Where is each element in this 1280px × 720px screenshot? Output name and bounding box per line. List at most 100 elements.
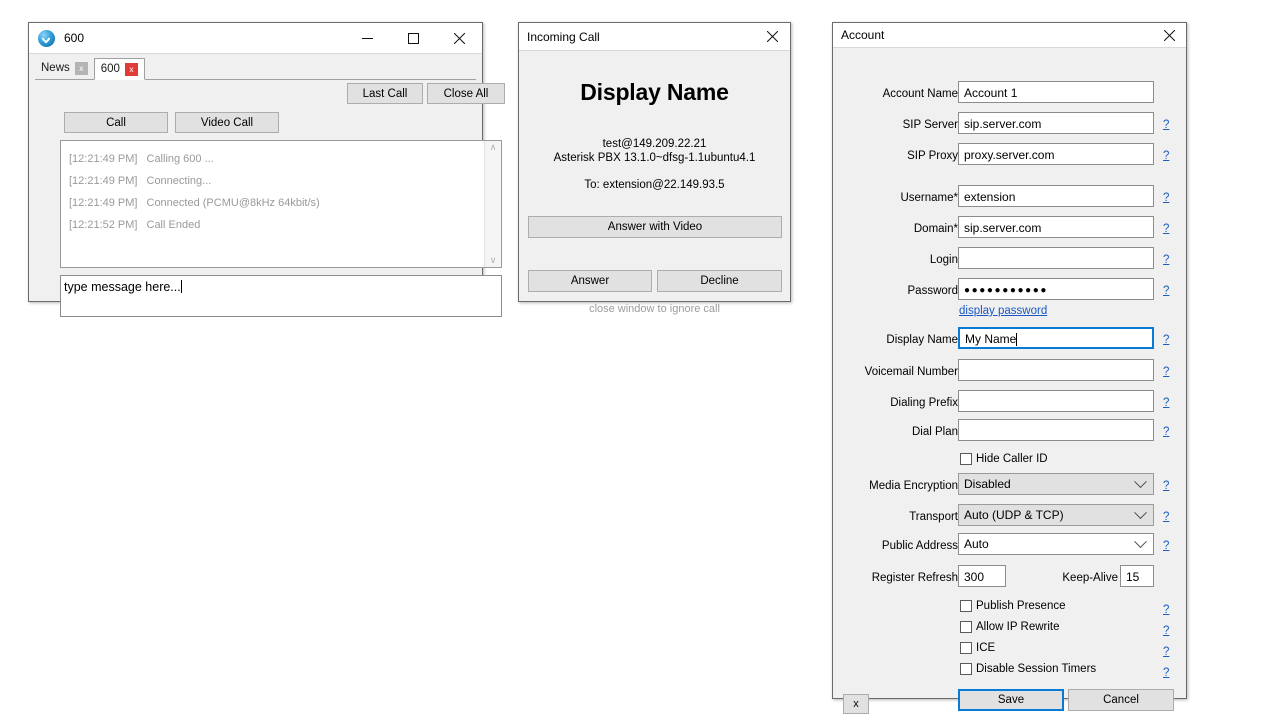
help-public-address[interactable]: ? <box>1163 540 1169 552</box>
label-transport: Transport <box>833 511 958 523</box>
username-input[interactable]: extension <box>958 185 1154 207</box>
help-username[interactable]: ? <box>1163 192 1169 204</box>
keep-alive-value: 15 <box>1126 570 1139 584</box>
account-name-input[interactable]: Account 1 <box>958 81 1154 103</box>
hide-caller-id-checkbox[interactable] <box>960 453 972 465</box>
help-publish-presence[interactable]: ? <box>1163 604 1169 616</box>
help-ice[interactable]: ? <box>1163 646 1169 658</box>
scroll-down-icon[interactable]: ∨ <box>490 254 497 267</box>
delete-account-button[interactable]: x <box>843 694 869 714</box>
domain-input[interactable]: sip.server.com <box>958 216 1154 238</box>
call-log-scrollbar[interactable]: ∧ ∨ <box>484 141 501 267</box>
dialing-prefix-input[interactable] <box>958 390 1154 412</box>
cancel-button[interactable]: Cancel <box>1068 689 1174 711</box>
disable-session-timers-checkbox[interactable] <box>960 663 972 675</box>
chevron-down-icon <box>1134 475 1147 488</box>
login-input[interactable] <box>958 247 1154 269</box>
help-voicemail-number[interactable]: ? <box>1163 366 1169 378</box>
close-button[interactable] <box>436 23 482 53</box>
last-call-button[interactable]: Last Call <box>347 83 423 104</box>
help-dial-plan[interactable]: ? <box>1163 426 1169 438</box>
maximize-button[interactable] <box>390 23 436 53</box>
media-encryption-select[interactable]: Disabled <box>958 473 1154 495</box>
tab-600[interactable]: 600 x <box>94 58 145 80</box>
help-sip-server[interactable]: ? <box>1163 119 1169 131</box>
answer-with-video-button[interactable]: Answer with Video <box>528 216 782 238</box>
allow-ip-rewrite-checkbox-row[interactable]: Allow IP Rewrite <box>960 621 1060 633</box>
incoming-call-body: Display Name test@149.209.22.21 Asterisk… <box>519 51 790 301</box>
disable-session-timers-checkbox-row[interactable]: Disable Session Timers <box>960 663 1096 675</box>
call-log-panel: [12:21:49 PM] Calling 600 ... [12:21:49 … <box>60 140 502 268</box>
decline-button[interactable]: Decline <box>657 270 782 292</box>
help-transport[interactable]: ? <box>1163 511 1169 523</box>
public-address-value: Auto <box>964 537 989 551</box>
help-allow-ip-rewrite[interactable]: ? <box>1163 625 1169 637</box>
publish-presence-checkbox[interactable] <box>960 600 972 612</box>
display-name-input[interactable]: My Name <box>958 327 1154 349</box>
help-login[interactable]: ? <box>1163 254 1169 266</box>
screen: 600 News x 600 x L <box>0 0 1280 720</box>
label-account-name: Account Name <box>833 88 958 100</box>
sip-proxy-value: proxy.server.com <box>964 148 1054 162</box>
scroll-up-icon[interactable]: ∧ <box>490 141 497 154</box>
incoming-call-window: Incoming Call Display Name test@149.209.… <box>518 22 791 302</box>
password-input[interactable]: ●●●●●●●●●●● <box>958 278 1154 300</box>
transport-select[interactable]: Auto (UDP & TCP) <box>958 504 1154 526</box>
register-refresh-input[interactable]: 300 <box>958 565 1006 587</box>
label-sip-server: SIP Server <box>833 119 958 131</box>
save-button[interactable]: Save <box>958 689 1064 711</box>
keep-alive-input[interactable]: 15 <box>1120 565 1154 587</box>
chevron-down-icon <box>1134 506 1147 519</box>
tab-600-close-icon[interactable]: x <box>125 63 138 76</box>
help-display-name[interactable]: ? <box>1163 334 1169 346</box>
ice-checkbox[interactable] <box>960 642 972 654</box>
log-entry-text: Calling 600 ... <box>147 148 214 170</box>
tab-news[interactable]: News x <box>35 57 94 79</box>
label-domain: Domain* <box>833 223 958 235</box>
account-window-controls <box>1152 23 1186 47</box>
label-username-text: Username <box>900 192 953 204</box>
tab-news-label: News <box>41 62 70 74</box>
voicemail-number-input[interactable] <box>958 359 1154 381</box>
log-entry-text: Connecting... <box>147 170 212 192</box>
help-password[interactable]: ? <box>1163 285 1169 297</box>
label-password: Password <box>833 285 958 297</box>
allow-ip-rewrite-checkbox[interactable] <box>960 621 972 633</box>
help-sip-proxy[interactable]: ? <box>1163 150 1169 162</box>
chat-window-controls <box>344 23 482 53</box>
log-entry-text: Connected (PCMU@8kHz 64kbit/s) <box>147 192 320 214</box>
display-password-link[interactable]: display password <box>959 305 1047 317</box>
help-domain[interactable]: ? <box>1163 223 1169 235</box>
chat-window: 600 News x 600 x L <box>28 22 483 302</box>
dial-plan-input[interactable] <box>958 419 1154 441</box>
help-dialing-prefix[interactable]: ? <box>1163 397 1169 409</box>
answer-button[interactable]: Answer <box>528 270 652 292</box>
help-disable-session-timers[interactable]: ? <box>1163 667 1169 679</box>
close-all-button[interactable]: Close All <box>427 83 505 104</box>
password-value: ●●●●●●●●●●● <box>964 285 1048 296</box>
domain-value: sip.server.com <box>964 221 1041 235</box>
close-icon[interactable] <box>1152 23 1186 47</box>
sip-proxy-input[interactable]: proxy.server.com <box>958 143 1154 165</box>
help-media-encryption[interactable]: ? <box>1163 480 1169 492</box>
incoming-call-title: Incoming Call <box>527 30 600 44</box>
caller-details: test@149.209.22.21 Asterisk PBX 13.1.0~d… <box>554 137 756 165</box>
ice-checkbox-row[interactable]: ICE <box>960 642 995 654</box>
sip-server-input[interactable]: sip.server.com <box>958 112 1154 134</box>
sip-server-value: sip.server.com <box>964 117 1041 131</box>
call-button[interactable]: Call <box>64 112 168 133</box>
chevron-down-icon <box>1134 535 1147 548</box>
public-address-select[interactable]: Auto <box>958 533 1154 555</box>
chat-tabstrip: News x 600 x <box>35 55 476 80</box>
log-entry-time: [12:21:49 PM] <box>69 170 138 192</box>
hide-caller-id-checkbox-row[interactable]: Hide Caller ID <box>960 453 1048 465</box>
label-register-refresh: Register Refresh <box>833 572 958 584</box>
publish-presence-checkbox-row[interactable]: Publish Presence <box>960 600 1066 612</box>
close-icon[interactable] <box>754 23 790 50</box>
label-public-address: Public Address <box>833 540 958 552</box>
video-call-button[interactable]: Video Call <box>175 112 279 133</box>
minimize-button[interactable] <box>344 23 390 53</box>
message-input[interactable]: type message here... <box>60 275 502 317</box>
tab-news-close-icon[interactable]: x <box>75 62 88 75</box>
chat-window-title: 600 <box>64 31 84 45</box>
